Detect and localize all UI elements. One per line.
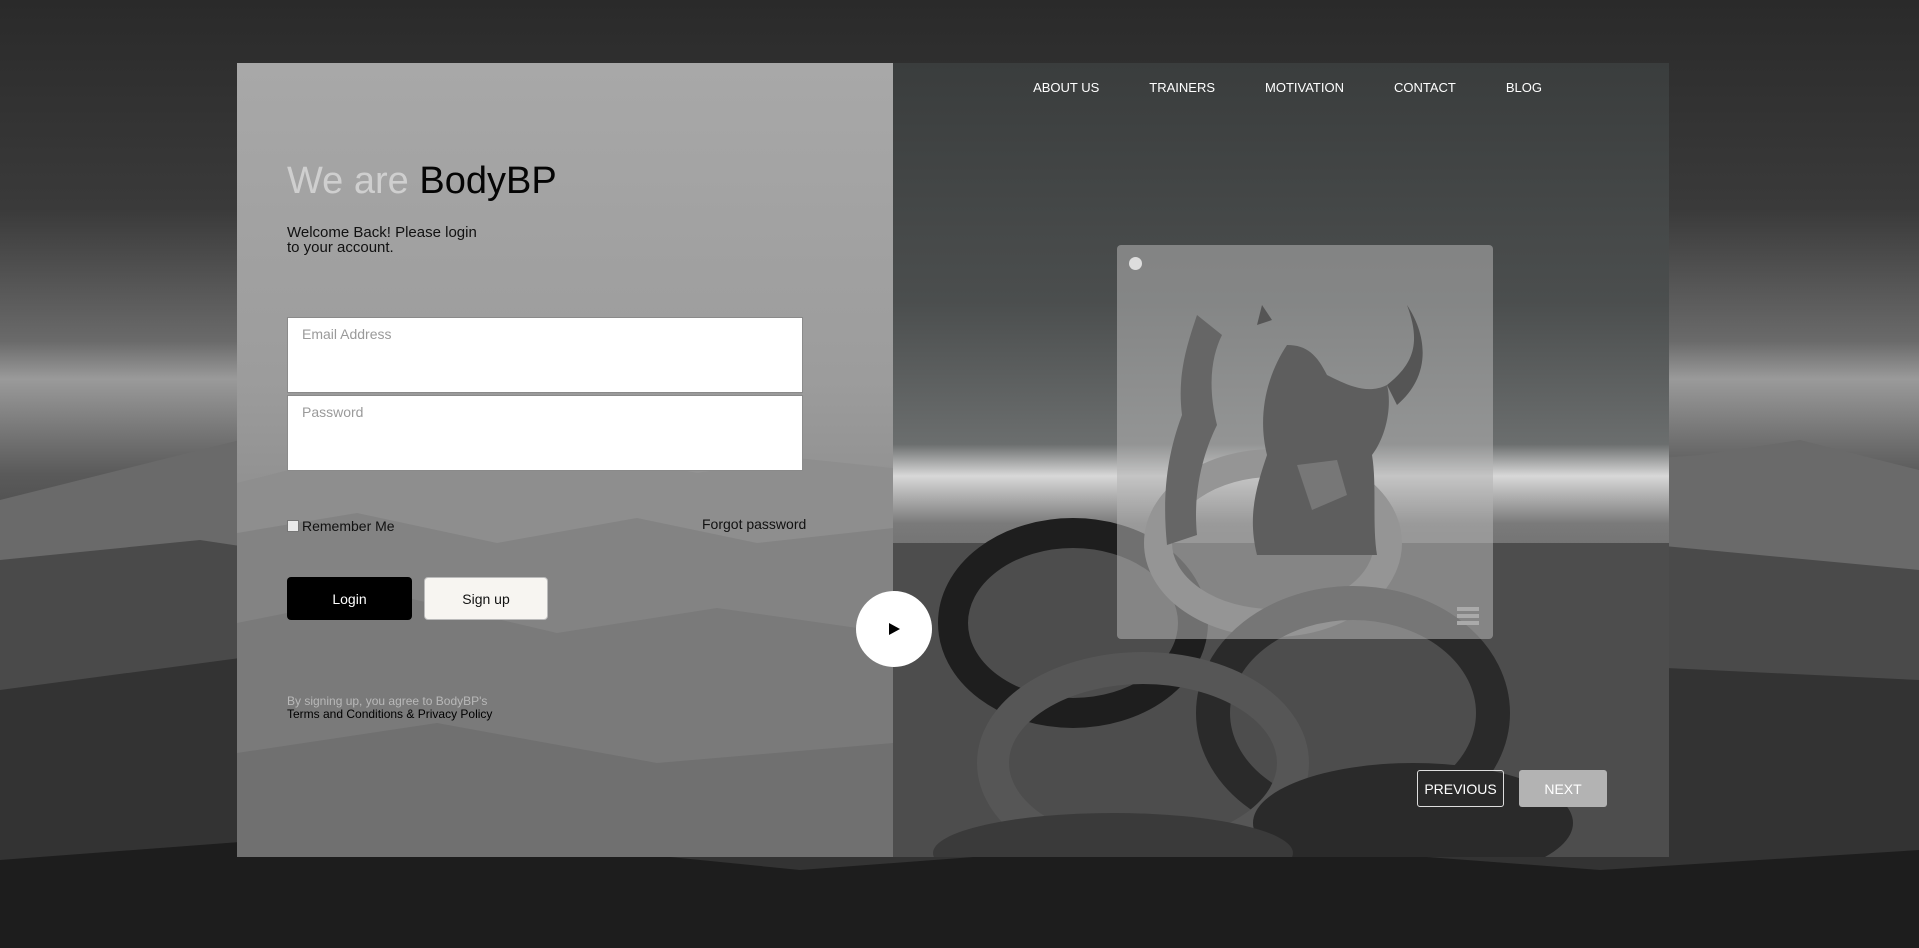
nav-contact[interactable]: CONTACT bbox=[1394, 80, 1456, 95]
nav-trainers[interactable]: TRAINERS bbox=[1149, 80, 1215, 95]
password-field-wrapper bbox=[287, 395, 803, 471]
bull-logo-icon bbox=[1165, 305, 1423, 555]
password-field[interactable] bbox=[302, 404, 782, 420]
email-field[interactable] bbox=[302, 326, 782, 342]
email-field-wrapper bbox=[287, 317, 803, 393]
remember-me-label: Remember Me bbox=[302, 518, 395, 534]
remember-me: Remember Me bbox=[287, 518, 395, 534]
nav-motivation[interactable]: MOTIVATION bbox=[1265, 80, 1344, 95]
page-title: We are BodyBP bbox=[287, 160, 557, 203]
forgot-password-link[interactable]: Forgot password bbox=[702, 516, 806, 532]
play-icon bbox=[889, 623, 900, 635]
terms-notice: By signing up, you agree to BodyBP's Ter… bbox=[287, 695, 492, 721]
signup-button[interactable]: Sign up bbox=[424, 577, 548, 620]
title-brand: BodyBP bbox=[419, 160, 557, 202]
indicator-dot bbox=[1129, 257, 1142, 270]
login-button[interactable]: Login bbox=[287, 577, 412, 620]
login-panel: We are BodyBP Welcome Back! Please login… bbox=[237, 63, 893, 857]
hero-panel: ABOUT US TRAINERS MOTIVATION CONTACT BLO… bbox=[893, 63, 1669, 857]
nav-blog[interactable]: BLOG bbox=[1506, 80, 1542, 95]
terms-link[interactable]: Terms and Conditions & Privacy Policy bbox=[287, 708, 492, 721]
next-button[interactable]: NEXT bbox=[1519, 770, 1607, 807]
title-light: We are bbox=[287, 160, 409, 202]
welcome-text: Welcome Back! Please login to your accou… bbox=[287, 224, 477, 256]
play-button[interactable] bbox=[856, 591, 932, 667]
main-card: We are BodyBP Welcome Back! Please login… bbox=[237, 63, 1669, 857]
menu-icon bbox=[1457, 604, 1479, 625]
main-nav: ABOUT US TRAINERS MOTIVATION CONTACT BLO… bbox=[983, 80, 1542, 95]
remember-me-checkbox[interactable] bbox=[287, 520, 299, 532]
previous-button[interactable]: PREVIOUS bbox=[1417, 770, 1504, 807]
nav-about-us[interactable]: ABOUT US bbox=[1033, 80, 1099, 95]
logo-card bbox=[1117, 245, 1493, 639]
